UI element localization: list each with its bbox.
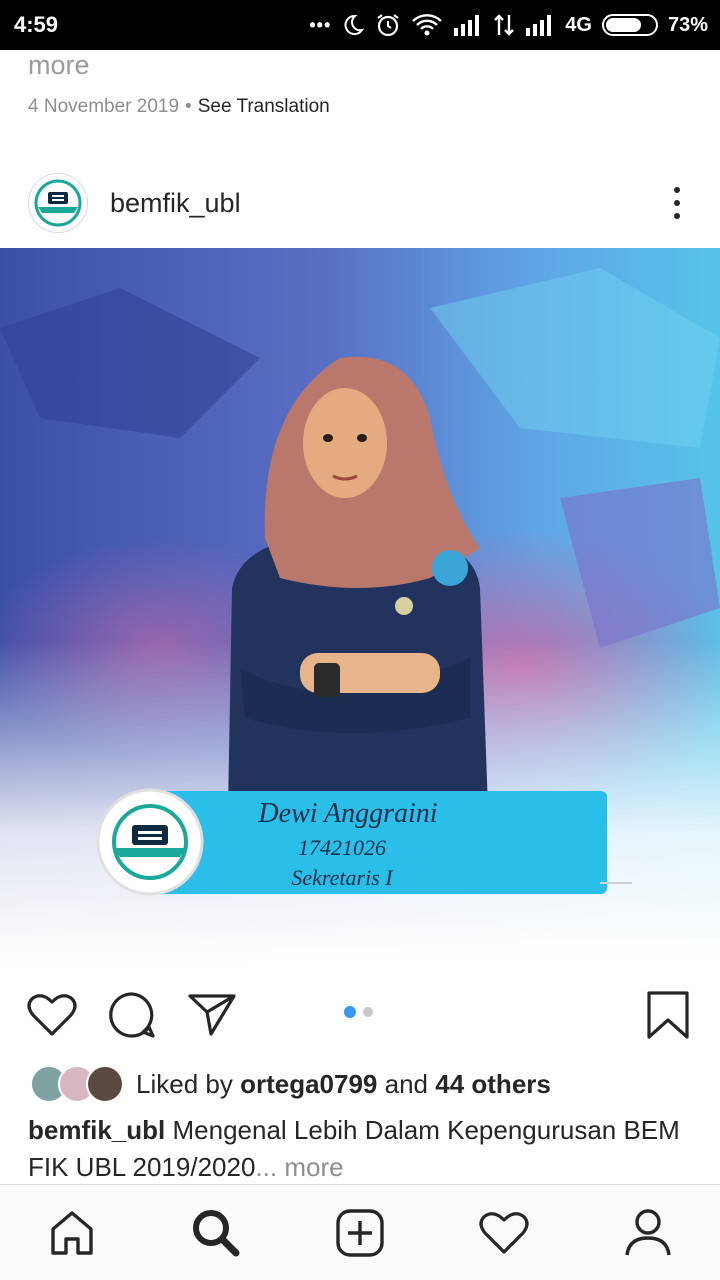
meta-separator: • — [185, 96, 192, 117]
carousel-dot — [363, 1007, 373, 1017]
carousel-indicator — [344, 1006, 373, 1018]
status-bar: 4:59 ••• 4G 73% — [0, 0, 720, 50]
comment-button[interactable] — [106, 989, 158, 1041]
post-actions — [0, 975, 720, 1053]
likes-text: Liked by ortega0799 and 44 others — [136, 1069, 551, 1100]
nav-search[interactable] — [186, 1203, 246, 1263]
post-caption: bemfik_ubl Mengenal Lebih Dalam Kepengur… — [28, 1112, 688, 1186]
banner-id-number: 17421026 — [298, 835, 386, 860]
banner-role: Sekretaris I — [291, 865, 394, 890]
previous-post-meta: 4 November 2019 • See Translation — [28, 96, 330, 118]
post-username[interactable]: bemfik_ubl — [110, 188, 241, 219]
avatar — [86, 1065, 124, 1103]
search-icon — [193, 1209, 240, 1256]
wifi-icon — [411, 13, 443, 37]
status-icons: ••• 4G 73% — [309, 12, 708, 38]
more-dot — [674, 200, 680, 206]
nav-activity[interactable] — [474, 1203, 534, 1263]
profile-icon — [625, 1208, 671, 1255]
battery-level — [605, 18, 641, 32]
post-image[interactable]: Dewi Anggraini 17421026 Sekretaris I — [0, 248, 720, 963]
liker-avatars — [30, 1065, 124, 1103]
battery-percent: 73% — [667, 13, 708, 36]
signal-icon — [453, 14, 483, 36]
status-time: 4:59 — [14, 12, 59, 37]
avatar[interactable] — [28, 173, 88, 233]
nav-home[interactable] — [42, 1203, 102, 1263]
like-button[interactable] — [26, 989, 78, 1041]
see-translation-link[interactable]: See Translation — [198, 96, 330, 118]
caption-username[interactable]: bemfik_ubl — [28, 1115, 165, 1145]
nav-profile[interactable] — [618, 1203, 678, 1263]
caption-ellipsis: ... — [255, 1152, 278, 1182]
bookmark-icon — [647, 991, 689, 1039]
name-banner: Dewi Anggraini 17421026 Sekretaris I — [96, 788, 632, 896]
bem-fik-logo-icon — [32, 177, 84, 229]
share-button[interactable] — [186, 989, 238, 1041]
add-post-icon — [336, 1208, 384, 1257]
comment-icon — [109, 992, 155, 1038]
more-dot — [674, 213, 680, 219]
save-button[interactable] — [642, 989, 694, 1041]
nav-new-post[interactable] — [330, 1203, 390, 1263]
bottom-nav — [0, 1184, 720, 1280]
data-transfer-icon — [493, 13, 515, 37]
banner-name: Dewi Anggraini — [257, 798, 437, 829]
more-options-button[interactable] — [662, 181, 692, 225]
alarm-icon — [375, 12, 401, 38]
heart-icon — [479, 1211, 529, 1254]
send-icon — [188, 994, 236, 1036]
battery-icon — [601, 14, 658, 36]
liker-username[interactable]: ortega0799 — [240, 1069, 377, 1099]
network-type: 4G — [565, 13, 592, 36]
home-icon — [51, 1210, 93, 1255]
carousel-dot-active — [344, 1006, 356, 1018]
likes-others-link[interactable]: 44 others — [435, 1069, 551, 1099]
more-notifications-icon: ••• — [309, 14, 332, 35]
likes-prefix: Liked by — [136, 1068, 233, 1099]
likes-joiner: and — [384, 1068, 429, 1099]
heart-icon — [27, 994, 77, 1036]
moon-icon — [341, 13, 365, 37]
caption-more-link[interactable]: more — [284, 1152, 343, 1182]
post-date: 4 November 2019 — [28, 96, 180, 117]
post-image-artwork: Dewi Anggraini 17421026 Sekretaris I — [0, 248, 720, 963]
post-header: bemfik_ubl — [0, 160, 720, 246]
previous-caption-more-link[interactable]: more — [28, 50, 90, 81]
signal-icon-2 — [525, 14, 555, 36]
more-options-icon — [674, 187, 680, 193]
likes-row[interactable]: Liked by ortega0799 and 44 others — [30, 1062, 551, 1106]
